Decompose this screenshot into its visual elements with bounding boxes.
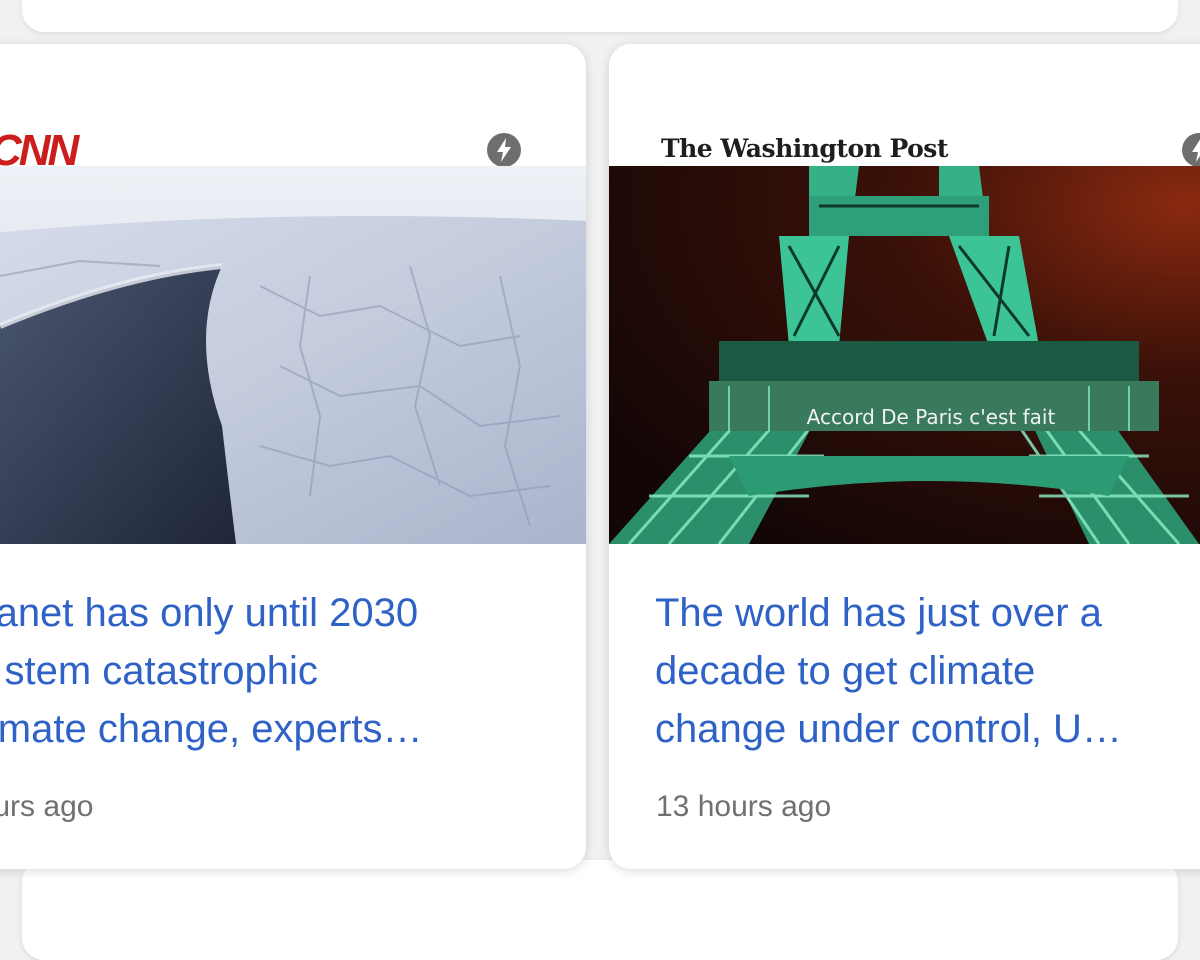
arctic-sea-ice-image[interactable] <box>0 166 586 544</box>
headline[interactable]: Planet has only until 2030 to stem catas… <box>0 584 422 758</box>
card-header: The Washington Post <box>609 44 1200 167</box>
amp-lightning-icon <box>1182 133 1200 167</box>
headline-line: change under control, U… <box>655 707 1122 751</box>
news-card-washington-post[interactable]: The Washington Post Accord De Paris c'es… <box>609 44 1200 869</box>
next-panel <box>22 860 1178 960</box>
tower-banner-text: Accord De Paris c'est fait <box>807 405 1056 429</box>
headline-line: Planet has only until 2030 <box>0 591 419 635</box>
headline-line: climate change, experts… <box>0 707 423 751</box>
timestamp: hours ago <box>0 790 94 823</box>
headline-line: to stem catastrophic <box>0 649 318 693</box>
headline-line: decade to get climate <box>655 649 1036 693</box>
eiffel-tower-image[interactable]: Accord De Paris c'est fait <box>609 166 1200 544</box>
card-header: CNN <box>0 44 586 175</box>
amp-lightning-icon <box>487 133 521 167</box>
timestamp: 13 hours ago <box>656 790 832 823</box>
headline[interactable]: The world has just over a decade to get … <box>655 584 1122 758</box>
news-card-cnn[interactable]: CNN <box>0 44 586 869</box>
washington-post-logo: The Washington Post <box>661 134 948 163</box>
headline-line: The world has just over a <box>655 591 1102 635</box>
previous-panel <box>22 0 1178 32</box>
